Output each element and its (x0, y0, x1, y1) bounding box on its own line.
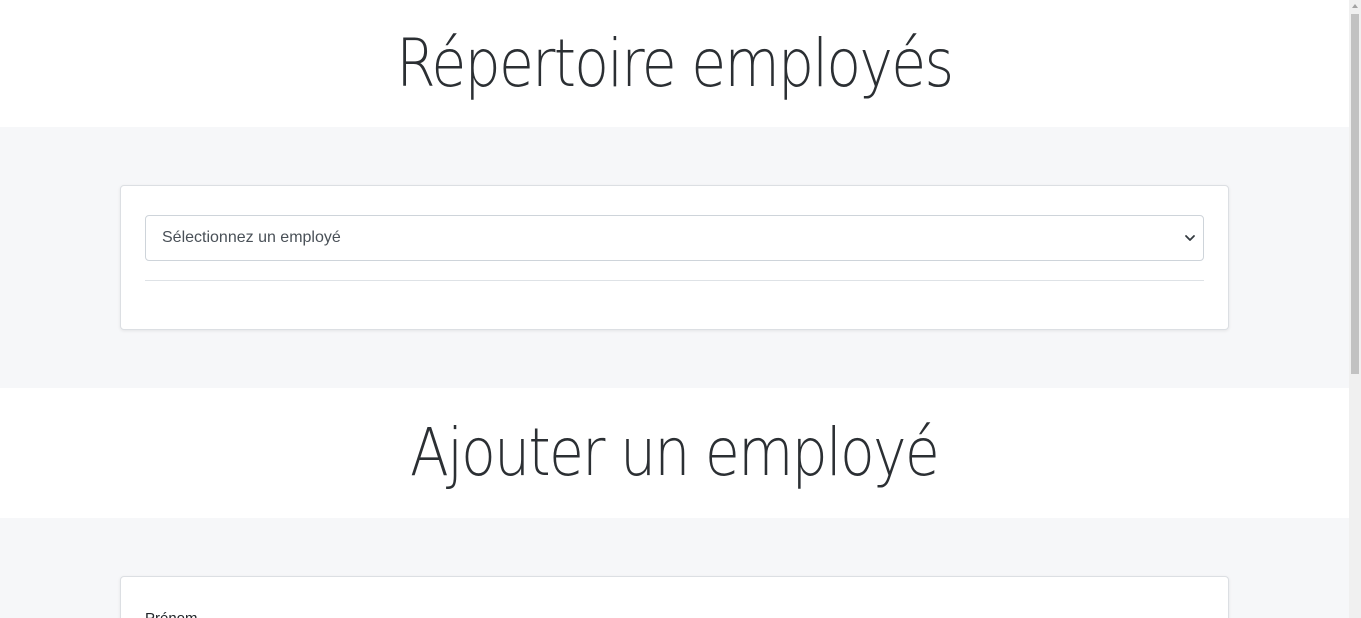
scroll-up-arrow-icon[interactable] (1351, 2, 1359, 10)
directory-section: Sélectionnez un employé (0, 127, 1349, 388)
add-employee-title: Ajouter un employé (410, 414, 940, 491)
add-employee-header: Ajouter un employé (0, 388, 1349, 518)
directory-header: Répertoire employés (0, 0, 1349, 127)
page-content: Répertoire employés Sélectionnez un empl… (0, 0, 1349, 618)
chevron-down-icon (1185, 235, 1195, 241)
employee-select-value: Sélectionnez un employé (162, 229, 341, 246)
scrollbar-thumb[interactable] (1351, 14, 1359, 374)
vertical-scrollbar[interactable] (1349, 0, 1361, 618)
employee-select-card: Sélectionnez un employé (120, 185, 1229, 330)
employee-select[interactable]: Sélectionnez un employé (145, 215, 1204, 261)
directory-title: Répertoire employés (396, 24, 954, 102)
add-employee-section: Prénom (0, 518, 1349, 618)
add-employee-form-card: Prénom (120, 576, 1229, 618)
card-divider (145, 280, 1204, 281)
first-name-label: Prénom (145, 610, 198, 618)
page-viewport: Répertoire employés Sélectionnez un empl… (0, 0, 1361, 618)
